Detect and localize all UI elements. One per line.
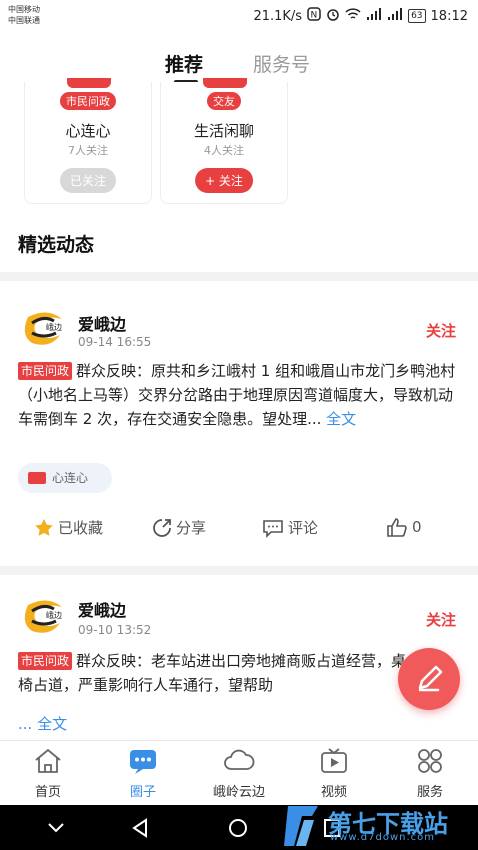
read-more-link[interactable]: 全文: [37, 715, 67, 733]
carrier-info: 中国移动 中国联通: [8, 5, 40, 25]
topic-follower-count: 7人关注: [68, 144, 108, 157]
tab-recommend[interactable]: 推荐: [165, 50, 203, 77]
back-icon: [132, 818, 147, 838]
post-category-badge: 市民问政: [18, 652, 73, 670]
grid-icon: [418, 749, 442, 773]
svg-text:峨边: 峨边: [46, 322, 62, 332]
follow-button[interactable]: 关注: [426, 609, 456, 630]
post-category-badge: 市民问政: [18, 362, 73, 380]
topic-name: 心连心: [65, 122, 111, 140]
share-button[interactable]: 分享: [152, 517, 206, 538]
status-indicators: 21.1K/s N 63 18:12: [253, 7, 468, 25]
network-speed: 21.1K/s: [253, 8, 303, 24]
bottom-nav: 首页 圈子 峨岭云边 视频 服务: [0, 740, 478, 805]
collapse-icon: [48, 823, 64, 833]
follow-button[interactable]: 关注: [426, 320, 456, 341]
watermark-url: www.d7down.com: [330, 832, 436, 843]
comment-icon: [263, 519, 283, 538]
tab-service[interactable]: 服务号: [253, 50, 310, 77]
post-content[interactable]: 市民问政 群众反映：老车站进出口旁地摊商贩占道经营，桌椅占道，严重影响行人车通行，…: [18, 649, 418, 697]
topic-card[interactable]: 市民问政 心连心 7人关注 已关注: [24, 78, 152, 204]
post-time: 09-14 16:55: [78, 335, 152, 349]
topic-card[interactable]: 交友 生活闲聊 4人关注 + 关注: [160, 78, 288, 204]
post-content[interactable]: 市民问政 群众反映：原共和乡江峨村 1 组和峨眉山市龙门乡鸭池村（小地名上马等）交…: [18, 359, 460, 431]
pencil-icon: [418, 665, 443, 692]
divider: [0, 272, 478, 281]
post-text: 群众反映：老车站进出口旁地摊商贩占道经营，桌椅占道，严重影响行人车通行，望帮助: [18, 652, 407, 694]
topic-card-image: [67, 78, 111, 88]
followed-button[interactable]: 已关注: [59, 168, 117, 193]
collect-button[interactable]: 已收藏: [34, 517, 103, 538]
topic-chip[interactable]: 心连心: [18, 463, 112, 493]
cloud-icon: [224, 749, 255, 770]
nav-video[interactable]: 视频: [289, 747, 379, 800]
post-time: 09-10 13:52: [78, 623, 152, 637]
nav-service[interactable]: 服务: [385, 747, 475, 800]
home-icon: [35, 748, 61, 773]
topic-tag: 市民问政: [60, 92, 116, 110]
nav-home[interactable]: 首页: [3, 747, 93, 800]
chat-icon: [130, 750, 156, 774]
like-button[interactable]: 0: [386, 517, 422, 537]
post-author[interactable]: 爱峨边: [78, 597, 126, 621]
post-text: 群众反映：原共和乡江峨村 1 组和峨眉山市龙门乡鸭池村（小地名上马等）交界分岔路…: [18, 362, 456, 428]
star-icon: [35, 518, 53, 536]
post-item[interactable]: 峨边 爱峨边 09-14 16:55 关注 市民问政 群众反映：原共和乡江峨村 1…: [0, 281, 478, 566]
follow-button[interactable]: + 关注: [195, 168, 253, 193]
topic-tag: 交友: [207, 92, 241, 110]
avatar[interactable]: 峨边: [18, 597, 68, 637]
topic-chip-icon: [28, 472, 46, 484]
read-more-link[interactable]: 全文: [326, 410, 356, 428]
section-title: 精选动态: [18, 234, 95, 256]
video-icon: [321, 748, 347, 773]
post-actions: 已收藏 分享 评论 0: [0, 507, 478, 547]
nav-circle[interactable]: 圈子: [98, 747, 188, 800]
watermark: 第七下载站 www.d7down.com: [278, 800, 468, 848]
svg-text:峨边: 峨边: [46, 610, 62, 620]
battery-icon: 63: [408, 9, 426, 23]
thumbs-up-icon: [387, 518, 407, 537]
post-author[interactable]: 爱峨边: [78, 311, 126, 335]
svg-text:N: N: [311, 11, 318, 21]
nav-cloud[interactable]: 峨岭云边: [194, 747, 284, 800]
alarm-icon: [326, 7, 340, 25]
divider: [0, 566, 478, 575]
topic-follower-count: 4人关注: [204, 144, 244, 157]
clock: 18:12: [430, 8, 468, 24]
signal-icon-2: [387, 7, 403, 25]
avatar[interactable]: 峨边: [18, 309, 68, 349]
comment-button[interactable]: 评论: [262, 517, 318, 538]
compose-button[interactable]: [398, 648, 460, 710]
share-icon: [153, 518, 171, 537]
topic-name: 生活闲聊: [193, 122, 254, 140]
topic-card-image: [203, 78, 247, 88]
watermark-logo: [284, 806, 318, 846]
nfc-icon: N: [307, 7, 321, 25]
post-more[interactable]: ... 全文: [18, 712, 460, 736]
signal-icon: [366, 7, 382, 25]
wifi-icon: [345, 7, 361, 25]
home-button-icon: [229, 819, 247, 837]
status-bar: 中国移动 中国联通 21.1K/s N 63 18:12: [0, 0, 478, 34]
